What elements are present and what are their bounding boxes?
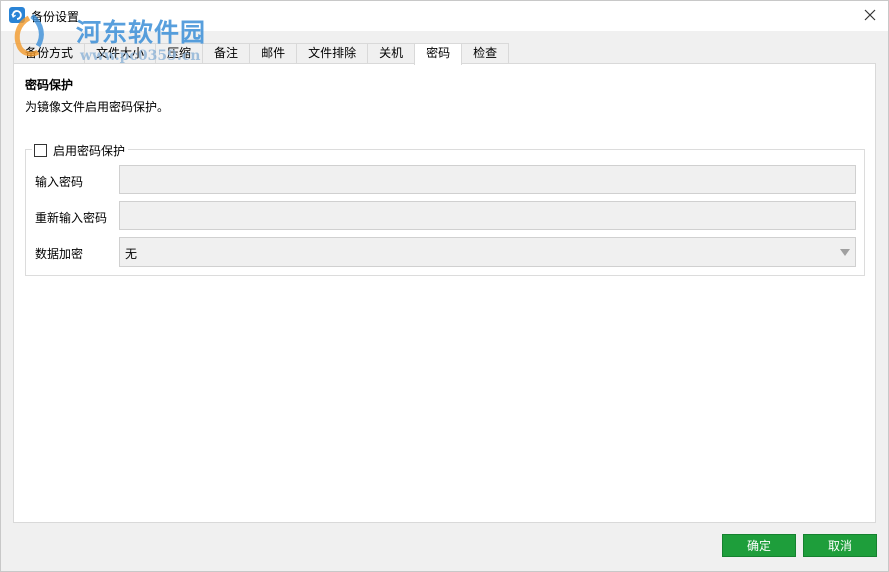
close-button[interactable] — [856, 3, 884, 27]
encryption-select[interactable]: 无 — [119, 237, 856, 267]
section-description: 为镜像文件启用密码保护。 — [25, 100, 170, 114]
tab-shutdown[interactable]: 关机 — [367, 43, 416, 64]
confirm-password-label: 重新输入密码 — [35, 211, 108, 225]
tab-backup-method[interactable]: 备份方式 — [13, 43, 86, 64]
tab-email[interactable]: 邮件 — [249, 43, 298, 64]
close-icon — [864, 9, 876, 21]
checkbox-box[interactable] — [34, 144, 47, 157]
password-input[interactable] — [119, 165, 856, 194]
encryption-value: 无 — [125, 247, 138, 261]
tab-compression[interactable]: 压缩 — [155, 43, 204, 64]
password-label: 输入密码 — [35, 175, 84, 189]
password-groupbox: 启用密码保护 输入密码 重新输入密码 数据加密 无 — [25, 142, 865, 276]
backup-settings-window: 备份设置 备份方式 文件大小 压缩 备注 邮件 文件排除 关机 密码 检查 密码… — [0, 0, 889, 572]
enable-password-checkbox[interactable]: 启用密码保护 — [32, 142, 129, 159]
enable-password-label: 启用密码保护 — [53, 144, 126, 158]
tab-file-exclusion[interactable]: 文件排除 — [296, 43, 369, 64]
dropdown-arrow-icon — [840, 249, 850, 256]
section-title: 密码保护 — [25, 78, 74, 92]
encryption-label: 数据加密 — [35, 247, 84, 261]
ok-button[interactable]: 确定 — [722, 534, 796, 557]
tab-password[interactable]: 密码 — [414, 43, 463, 65]
window-title: 备份设置 — [31, 10, 80, 24]
confirm-password-input[interactable] — [119, 201, 856, 230]
tab-check[interactable]: 检查 — [461, 43, 510, 64]
app-backup-icon — [9, 7, 25, 23]
title-bar: 备份设置 — [1, 1, 888, 31]
settings-tabs: 备份方式 文件大小 压缩 备注 邮件 文件排除 关机 密码 检查 — [13, 43, 510, 65]
password-panel: 密码保护 为镜像文件启用密码保护。 启用密码保护 输入密码 重新输入密码 数据加… — [13, 63, 876, 523]
tab-notes[interactable]: 备注 — [202, 43, 251, 64]
cancel-button[interactable]: 取消 — [803, 534, 877, 557]
tab-file-size[interactable]: 文件大小 — [84, 43, 157, 64]
